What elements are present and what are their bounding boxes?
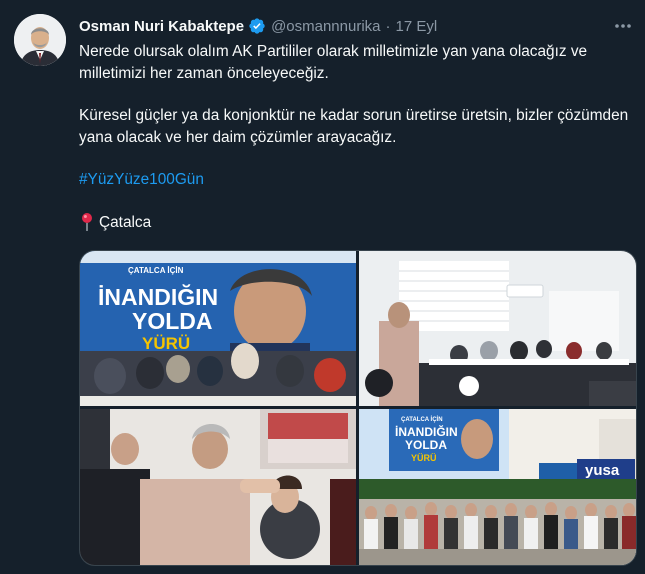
banner-line-3: YÜRÜ <box>142 334 190 353</box>
location-line: Çatalca <box>79 212 635 234</box>
banner-small-text: ÇATALCA İÇİN <box>128 266 184 275</box>
photo-1[interactable]: ÇATALCA İÇİN İNANDIĞIN YOLDA YÜRÜ <box>80 251 356 406</box>
tweet-header: Osman Nuri Kabaktepe @osmannnurika · 17 … <box>79 14 625 38</box>
pushpin-icon <box>82 213 92 232</box>
location-text: Çatalca <box>99 213 152 231</box>
more-options-button[interactable] <box>611 14 635 38</box>
photo-3[interactable] <box>80 409 356 565</box>
banner2-line-3: YÜRÜ <box>411 453 437 463</box>
photo-2[interactable] <box>359 251 636 406</box>
tweet-paragraph-2: Küresel güçler ya da konjonktür ne kadar… <box>79 107 629 146</box>
tweet-text: Nerede olursak olalım AK Partililer olar… <box>79 41 635 233</box>
photo-grid: ÇATALCA İÇİN İNANDIĞIN YOLDA YÜRÜ ÇATALC… <box>79 250 637 566</box>
author-handle[interactable]: @osmannnurika <box>271 18 380 35</box>
author-name[interactable]: Osman Nuri Kabaktepe <box>79 18 244 35</box>
tweet[interactable]: Osman Nuri Kabaktepe @osmannnurika · 17 … <box>0 0 645 574</box>
store-sign-text: yusa <box>585 462 620 479</box>
more-dots-icon <box>615 24 631 28</box>
hashtag-link[interactable]: #YüzYüze100Gün <box>79 171 204 188</box>
separator-dot: · <box>385 17 391 35</box>
banner-line-1: İNANDIĞIN <box>98 283 218 310</box>
banner2-small-text: ÇATALCA İÇİN <box>401 416 443 423</box>
verified-badge-icon <box>249 18 265 34</box>
tweet-paragraph-1: Nerede olursak olalım AK Partililer olar… <box>79 43 588 82</box>
banner2-line-1: İNANDIĞIN <box>395 424 458 439</box>
banner-line-2: YOLDA <box>132 308 213 334</box>
photo-4[interactable]: ÇATALCA İÇİN İNANDIĞIN YOLDA YÜRÜ yusa <box>359 409 636 565</box>
banner2-line-2: YOLDA <box>405 438 447 452</box>
tweet-date[interactable]: 17 Eyl <box>396 18 438 35</box>
author-avatar[interactable] <box>14 14 66 66</box>
